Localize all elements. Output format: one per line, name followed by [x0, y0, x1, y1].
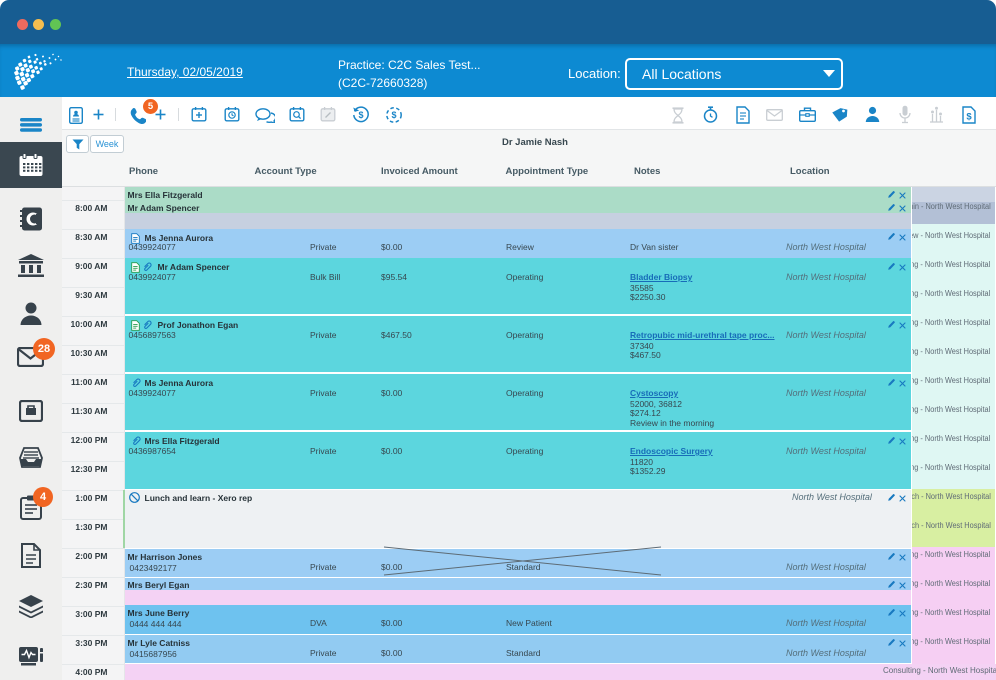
svg-text:$: $ — [391, 110, 396, 120]
svg-text:$: $ — [966, 112, 972, 123]
svg-text:$: $ — [358, 110, 363, 120]
